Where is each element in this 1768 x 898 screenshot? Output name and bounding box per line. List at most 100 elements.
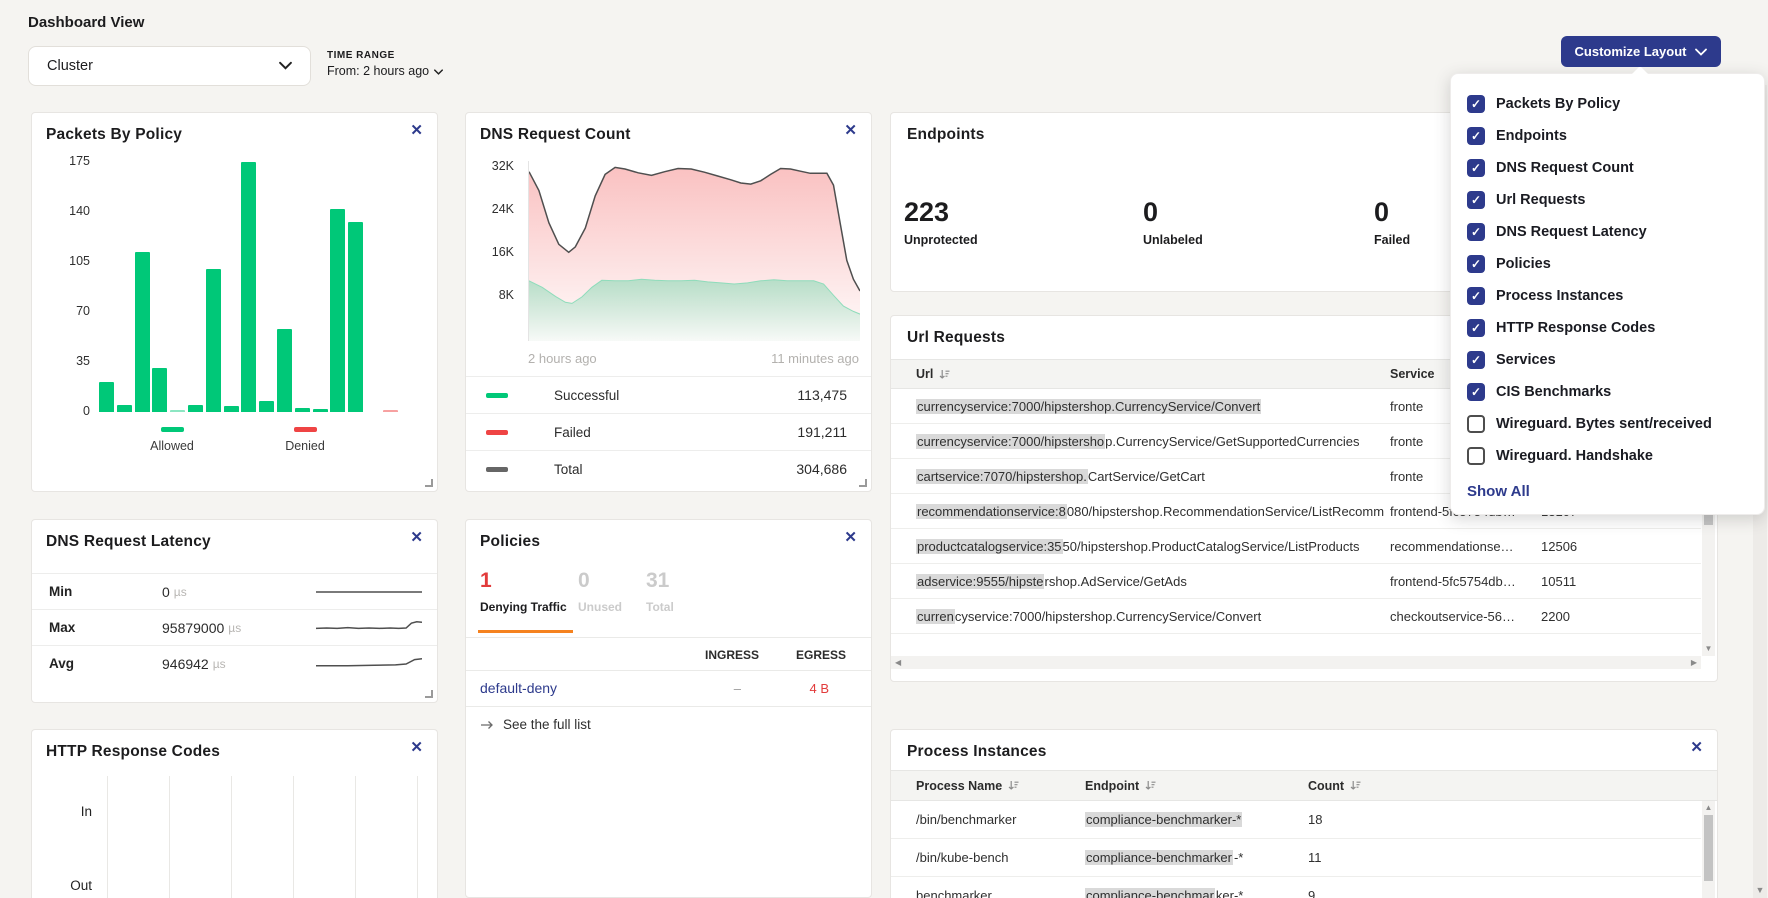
time-range-from[interactable]: From: 2 hours ago [327, 64, 443, 78]
menu-item-packets-by-policy[interactable]: Packets By Policy [1451, 88, 1764, 120]
menu-item-url-requests[interactable]: Url Requests [1451, 184, 1764, 216]
sparkline [316, 653, 422, 675]
checkbox[interactable] [1467, 383, 1485, 401]
bar [206, 269, 221, 412]
bar [152, 368, 167, 412]
customize-layout-button[interactable]: Customize Layout [1561, 36, 1721, 67]
table-horizontal-scrollbar[interactable]: ◀ ▶ [891, 656, 1701, 669]
legend-row: Failed 191,211 [466, 413, 871, 450]
menu-item-dns-request-latency[interactable]: DNS Request Latency [1451, 216, 1764, 248]
menu-item-cis-benchmarks[interactable]: CIS Benchmarks [1451, 376, 1764, 408]
resize-handle[interactable] [425, 479, 433, 487]
bar [259, 401, 274, 412]
column-header-count[interactable]: Count [1308, 779, 1398, 793]
scrollbar-thumb[interactable] [1704, 815, 1713, 881]
table-row: /bin/kube-bench compliance-benchmarker-*… [891, 839, 1701, 877]
legend-denied: Denied [260, 427, 350, 453]
card-title: Packets By Policy [46, 126, 182, 144]
column-header-process-name[interactable]: Process Name [891, 779, 1085, 793]
checkbox[interactable] [1467, 159, 1485, 177]
card-title: Policies [480, 533, 540, 551]
table-row: /bin/benchmarker compliance-benchmarker-… [891, 801, 1701, 839]
close-icon[interactable]: ✕ [410, 740, 423, 755]
checkbox[interactable] [1467, 255, 1485, 273]
policies-table-header: INGRESS EGRESS [466, 637, 871, 671]
card-title: Url Requests [907, 329, 1005, 347]
show-all-link[interactable]: Show All [1467, 483, 1764, 500]
close-icon[interactable]: ✕ [410, 123, 423, 138]
active-tab-underline [478, 630, 573, 633]
bar [188, 405, 203, 412]
close-icon[interactable]: ✕ [844, 123, 857, 138]
close-icon[interactable]: ✕ [844, 530, 857, 545]
scroll-up-icon[interactable]: ▲ [1702, 803, 1715, 813]
resize-handle[interactable] [425, 690, 433, 698]
stat-unlabeled: 0 Unlabeled [1143, 199, 1203, 247]
bar [241, 162, 256, 412]
time-range-label: TIME RANGE [327, 50, 443, 61]
close-icon[interactable]: ✕ [410, 530, 423, 545]
menu-item-wireguard-handshake[interactable]: Wireguard. Handshake [1451, 440, 1764, 472]
column-header-endpoint[interactable]: Endpoint [1085, 779, 1308, 793]
table-row: benchmarker compliance-benchmarker-* 9 [891, 877, 1701, 898]
menu-item-services[interactable]: Services [1451, 344, 1764, 376]
scroll-right-icon[interactable]: ▶ [1691, 658, 1697, 667]
table-row: productcatalogservice:3550/hipstershop.P… [891, 529, 1701, 564]
tab-total[interactable]: 31 Total [646, 570, 674, 614]
checkbox[interactable] [1467, 415, 1485, 433]
total-swatch [486, 467, 508, 472]
bar [99, 382, 114, 412]
checkbox[interactable] [1467, 351, 1485, 369]
bar [330, 209, 345, 412]
policy-link[interactable]: default-deny [480, 680, 557, 696]
legend-row: Total 304,686 [466, 450, 871, 487]
checkbox[interactable] [1467, 223, 1485, 241]
resize-handle[interactable] [859, 479, 867, 487]
sort-icon [1008, 780, 1019, 791]
latency-row-min: Min 0 µs [32, 573, 437, 609]
dns-legend: Successful 113,475 Failed 191,211 Total … [466, 376, 871, 487]
menu-item-wireguard-bytes[interactable]: Wireguard. Bytes sent/received [1451, 408, 1764, 440]
scroll-down-icon[interactable]: ▼ [1753, 885, 1767, 895]
table-row: adservice:9555/hipstershop.AdService/Get… [891, 564, 1701, 599]
card-dns-request-count: DNS Request Count ✕ 32K 24K 16K 8K [465, 112, 872, 492]
view-selector[interactable]: Cluster [28, 46, 311, 86]
menu-item-http-response-codes[interactable]: HTTP Response Codes [1451, 312, 1764, 344]
card-policies: Policies ✕ 1 Denying Traffic 0 Unused 31… [465, 519, 872, 898]
menu-item-endpoints[interactable]: Endpoints [1451, 120, 1764, 152]
bar [224, 406, 239, 412]
time-range: TIME RANGE From: 2 hours ago [327, 50, 443, 78]
process-table-body: /bin/benchmarker compliance-benchmarker-… [891, 801, 1701, 898]
bar [135, 252, 150, 412]
bar [313, 409, 328, 412]
scroll-down-icon[interactable]: ▼ [1702, 644, 1715, 654]
latency-row-max: Max 95879000 µs [32, 609, 437, 645]
checkbox[interactable] [1467, 447, 1485, 465]
tab-unused[interactable]: 0 Unused [578, 570, 622, 614]
checkbox[interactable] [1467, 319, 1485, 337]
gridline [355, 776, 356, 898]
sort-icon [939, 369, 950, 380]
see-full-list-link[interactable]: See the full list [480, 717, 591, 732]
checkbox[interactable] [1467, 191, 1485, 209]
checkbox[interactable] [1467, 127, 1485, 145]
denied-swatch [294, 427, 317, 432]
scroll-left-icon[interactable]: ◀ [895, 658, 901, 667]
sparkline [316, 581, 422, 603]
column-header-url[interactable]: Url [891, 367, 1390, 381]
page-title: Dashboard View [28, 14, 144, 31]
checkbox[interactable] [1467, 95, 1485, 113]
menu-item-dns-request-count[interactable]: DNS Request Count [1451, 152, 1764, 184]
card-title: DNS Request Latency [46, 533, 211, 551]
bar [117, 405, 132, 412]
close-icon[interactable]: ✕ [1690, 740, 1703, 755]
checkbox[interactable] [1467, 287, 1485, 305]
policy-row: default-deny – 4 B [466, 671, 871, 707]
dashboard-page: Dashboard View Cluster TIME RANGE From: … [0, 0, 1768, 898]
menu-item-policies[interactable]: Policies [1451, 248, 1764, 280]
menu-item-process-instances[interactable]: Process Instances [1451, 280, 1764, 312]
tab-denying-traffic[interactable]: 1 Denying Traffic [480, 570, 567, 614]
bar [277, 329, 292, 412]
table-vertical-scrollbar[interactable]: ▲ [1702, 801, 1715, 898]
legend-row: Successful 113,475 [466, 376, 871, 413]
